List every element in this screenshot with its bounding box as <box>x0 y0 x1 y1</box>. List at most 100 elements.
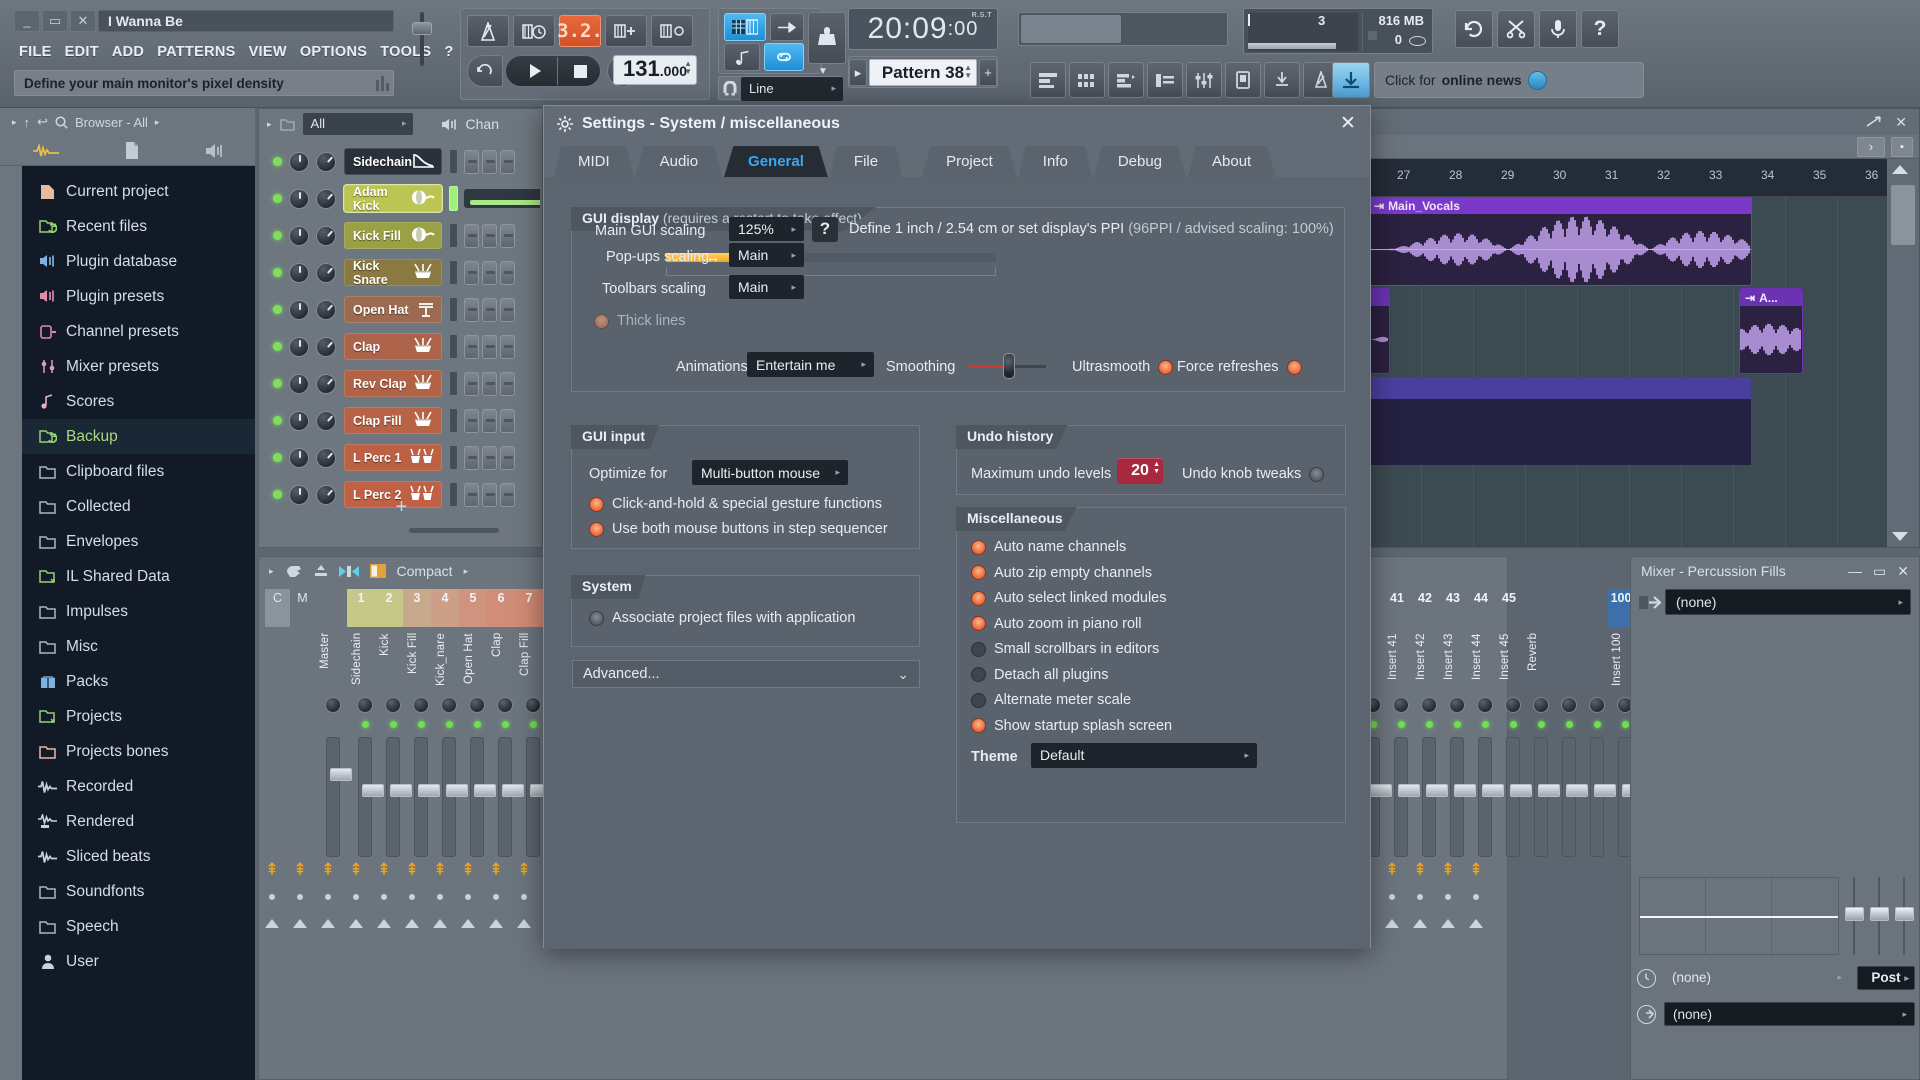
ultrasmooth-radio[interactable] <box>1158 359 1174 375</box>
browser-up-icon[interactable]: ↑ <box>24 115 31 130</box>
loop-mode-button[interactable] <box>467 55 503 87</box>
browser-tab-samples-icon[interactable] <box>32 143 59 158</box>
mixer-insert-number[interactable]: 45 <box>1495 589 1523 627</box>
mixer-send-arrow[interactable]: ⇞ <box>1406 852 1434 886</box>
mixer-strip-fader-track[interactable] <box>1478 737 1504 857</box>
step-button[interactable] <box>482 149 497 174</box>
microphone-button[interactable] <box>1539 10 1577 48</box>
step-button[interactable] <box>464 334 479 359</box>
online-news-bar[interactable]: Click for online news <box>1374 62 1644 98</box>
channel-mute-led[interactable] <box>273 453 282 462</box>
pattern-mode-button[interactable]: 3.2. <box>557 15 603 47</box>
channel-row[interactable]: L Perc 1 <box>263 439 540 476</box>
step-button[interactable] <box>464 223 479 248</box>
mixer-send-arrow[interactable]: ⇞ <box>1378 852 1406 886</box>
upload-icon[interactable] <box>314 564 328 578</box>
playlist-clip[interactable] <box>1369 377 1751 399</box>
mixer-strip-fader-track[interactable] <box>414 737 440 857</box>
smoothing-slider-knob[interactable] <box>1003 353 1015 379</box>
step-button[interactable] <box>500 260 515 285</box>
tempo-field[interactable]: 131.000 ▲ ▼ <box>613 55 697 85</box>
mixer-strip-pan-knob[interactable] <box>1505 697 1521 713</box>
playlist-ruler[interactable]: 27 28 29 30 31 32 33 34 35 36 <box>1369 159 1889 197</box>
mixer-strip-fader-track[interactable] <box>526 737 552 857</box>
browser-item-envelopes[interactable]: Envelopes <box>22 524 255 559</box>
step-button[interactable] <box>482 408 497 433</box>
scroll-up-icon[interactable] <box>1892 165 1908 174</box>
option-radio[interactable] <box>589 610 604 626</box>
close-button[interactable]: ✕ <box>70 10 96 32</box>
channel-steps[interactable] <box>464 371 515 396</box>
mixer-send-arrow[interactable]: ⇞ <box>370 852 398 886</box>
mixer-insert-number[interactable]: 43 <box>1439 589 1467 627</box>
mixer-strip-pan-knob[interactable] <box>413 697 429 713</box>
browser-tab-files-icon[interactable] <box>124 141 140 160</box>
mixer-strip-fader[interactable] <box>1426 784 1448 797</box>
misc-option-show-startup-splash-screen[interactable]: Show startup splash screen <box>971 718 1172 734</box>
playlist-options-button[interactable]: ▪ <box>1891 137 1913 157</box>
scroll-down-icon[interactable] <box>1892 532 1908 541</box>
mixer-strip-fader-track[interactable] <box>498 737 524 857</box>
mixer-send-arrow[interactable]: ⇞ <box>1434 852 1462 886</box>
mixer-strip-led[interactable] <box>1426 721 1433 728</box>
eq-fader[interactable] <box>1870 907 1889 921</box>
mixer-insert-number[interactable]: 2 <box>375 589 403 627</box>
mixer-strip-fader-track[interactable] <box>1422 737 1448 857</box>
channel-mute-led[interactable] <box>273 157 282 166</box>
mixer-strip-led[interactable] <box>1454 721 1461 728</box>
piano-roll-button[interactable] <box>1108 62 1144 98</box>
channel-pan-knob[interactable] <box>289 373 309 394</box>
input-routing-icon[interactable] <box>1637 593 1661 612</box>
master-volume-fader[interactable] <box>405 8 439 100</box>
channel-row[interactable]: Adam Kick <box>263 180 540 217</box>
mixer-strip-pan-knob[interactable] <box>1393 697 1409 713</box>
step-button[interactable] <box>464 371 479 396</box>
playlist-restore-icon[interactable] <box>1866 115 1883 129</box>
option-radio[interactable] <box>971 667 986 682</box>
mixer-send-dot[interactable] <box>342 886 370 908</box>
mixer-insert-number[interactable]: 44 <box>1467 589 1495 627</box>
step-button[interactable] <box>482 334 497 359</box>
mixer-strip-led[interactable] <box>418 721 425 728</box>
channel-pan-knob[interactable] <box>289 225 309 246</box>
mixer-strip-pan-knob[interactable] <box>385 697 401 713</box>
mixer-strip-pan-knob[interactable] <box>441 697 457 713</box>
misc-option-auto-name-channels[interactable]: Auto name channels <box>971 539 1126 555</box>
misc-option-auto-zoom-in-piano-roll[interactable]: Auto zoom in piano roll <box>971 616 1142 632</box>
channel-rack-scrollbar[interactable] <box>409 528 499 533</box>
mixer-menu-arrow-icon[interactable]: ▸ <box>269 566 274 577</box>
channel-step-region-active[interactable] <box>464 189 540 208</box>
mixer-send-dot[interactable] <box>286 886 314 908</box>
mixer-strip-fader[interactable] <box>1566 784 1588 797</box>
mixer-send-dot[interactable] <box>1378 886 1406 908</box>
browser-item-rendered[interactable]: Rendered <box>22 804 255 839</box>
option-radio[interactable] <box>971 692 986 708</box>
scroll-thumb[interactable] <box>1891 185 1915 245</box>
mixer-strip-pan-knob[interactable] <box>469 697 485 713</box>
mixer-send-dot[interactable] <box>426 886 454 908</box>
playlist-button[interactable] <box>1030 62 1066 98</box>
mixer-strip-pan-knob[interactable] <box>1589 697 1605 713</box>
playlist-close-button[interactable]: ✕ <box>1895 114 1907 131</box>
channel-pan-knob[interactable] <box>289 336 309 357</box>
channel-filter-select[interactable]: All ▸ <box>302 113 413 135</box>
max-undo-value[interactable]: 20 ▲ ▼ <box>1117 458 1163 484</box>
channel-mute-led[interactable] <box>273 231 282 240</box>
browser-item-backup[interactable]: Backup <box>22 419 255 454</box>
mixer-strip-led[interactable] <box>1370 721 1377 728</box>
mixer-insert-number[interactable]: 1 <box>347 589 375 627</box>
mixer-send-dot[interactable] <box>1462 886 1490 908</box>
mixer-send-arrow[interactable]: ⇞ <box>482 852 510 886</box>
settings-tab-midi[interactable]: MIDI <box>554 146 634 177</box>
browser-item-speech[interactable]: Speech <box>22 909 255 944</box>
mixer-strip-led[interactable] <box>474 721 481 728</box>
mixer-strip-pan-knob[interactable] <box>1449 697 1465 713</box>
mixer-col-c[interactable]: C <box>265 589 290 627</box>
browser-item-misc[interactable]: Misc <box>22 629 255 664</box>
channel-volume-knob[interactable] <box>316 151 336 172</box>
mixer-insert-number[interactable] <box>1579 589 1607 627</box>
channel-name-button[interactable]: Adam Kick <box>344 185 442 213</box>
mixer-insert-number[interactable] <box>319 589 347 627</box>
search-icon[interactable] <box>55 115 68 129</box>
channel-name-button[interactable]: Clap <box>344 333 442 360</box>
